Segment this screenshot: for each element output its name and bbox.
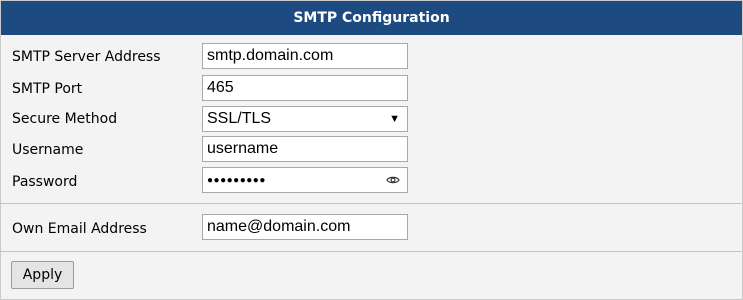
username-input[interactable] bbox=[202, 136, 408, 162]
username-label: Username bbox=[12, 142, 84, 158]
actions-divider bbox=[1, 251, 742, 252]
panel-title: SMTP Configuration bbox=[1, 1, 742, 35]
password-label: Password bbox=[12, 174, 78, 190]
own-email-input[interactable] bbox=[202, 214, 408, 240]
smtp-port-label: SMTP Port bbox=[12, 81, 83, 97]
password-mask: ●●●●●●●●● bbox=[207, 175, 266, 186]
section-divider bbox=[1, 203, 742, 204]
smtp-config-panel: SMTP Configuration SMTP Server Address S… bbox=[0, 0, 743, 300]
secure-method-select[interactable]: SSL/TLS ▼ bbox=[202, 106, 408, 132]
apply-button[interactable]: Apply bbox=[11, 261, 74, 289]
secure-method-value: SSL/TLS bbox=[207, 110, 272, 127]
password-input[interactable]: ●●●●●●●●● bbox=[202, 167, 408, 193]
eye-icon[interactable] bbox=[386, 174, 400, 186]
smtp-server-label: SMTP Server Address bbox=[12, 49, 161, 65]
chevron-down-icon: ▼ bbox=[389, 113, 400, 125]
secure-method-label: Secure Method bbox=[12, 111, 118, 127]
smtp-server-input[interactable] bbox=[202, 43, 408, 69]
own-email-label: Own Email Address bbox=[12, 221, 147, 237]
smtp-port-input[interactable] bbox=[202, 75, 408, 101]
